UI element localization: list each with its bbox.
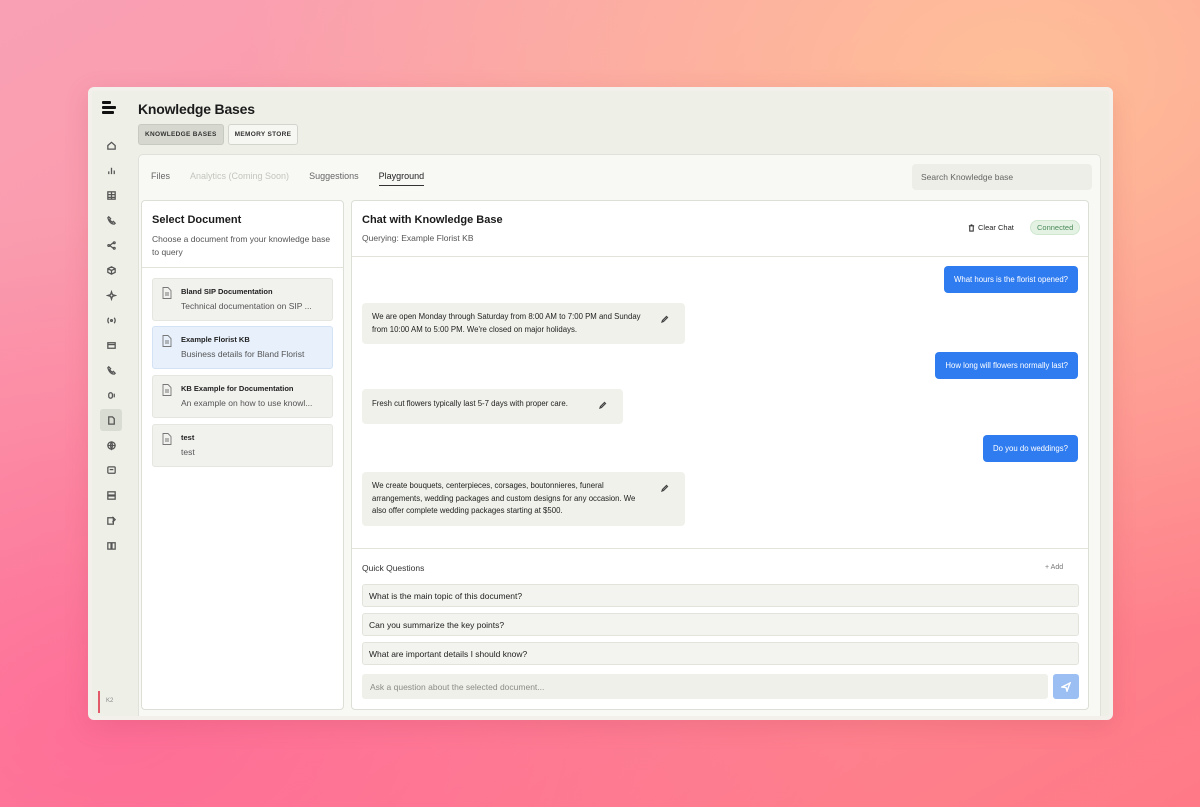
pencil-icon[interactable] <box>661 484 669 492</box>
home-icon[interactable] <box>100 134 122 156</box>
document-name: Example Florist KB <box>181 335 250 344</box>
globe-icon[interactable] <box>100 434 122 456</box>
document-icon[interactable] <box>100 409 122 431</box>
document-name: test <box>181 433 195 442</box>
chat-panel: Chat with Knowledge Base Querying: Examp… <box>351 200 1089 710</box>
edit-icon[interactable] <box>100 509 122 531</box>
server-icon[interactable] <box>100 484 122 506</box>
sidebar: K2 <box>92 91 130 716</box>
trash-icon <box>968 223 975 232</box>
bot-message: We are open Monday through Saturday from… <box>362 303 685 344</box>
tab-playground[interactable]: Playground <box>378 171 425 186</box>
page-title: Knowledge Bases <box>138 101 255 117</box>
document-panel: Select Document Choose a document from y… <box>141 200 344 710</box>
user-message: How long will flowers normally last? <box>935 352 1078 379</box>
spark-icon[interactable] <box>100 284 122 306</box>
sidebar-indicator <box>98 691 100 713</box>
app-window: K2 Knowledge Bases KNOWLEDGE BASES MEMOR… <box>88 87 1113 720</box>
file-icon <box>162 335 172 347</box>
tab-memory-store[interactable]: MEMORY STORE <box>227 124 299 145</box>
document-subtitle: test <box>181 447 195 457</box>
analytics-icon[interactable] <box>100 159 122 181</box>
chat-title: Chat with Knowledge Base <box>362 214 503 226</box>
share-icon[interactable] <box>100 234 122 256</box>
bot-message-text: We are open Monday through Saturday from… <box>372 312 641 334</box>
tab-knowledge-bases[interactable]: KNOWLEDGE BASES <box>138 124 224 145</box>
book-icon[interactable] <box>100 534 122 556</box>
file-icon <box>162 384 172 396</box>
cube-icon[interactable] <box>100 259 122 281</box>
table-icon[interactable] <box>100 184 122 206</box>
bot-message: We create bouquets, centerpieces, corsag… <box>362 472 685 526</box>
broadcast-icon[interactable] <box>100 309 122 331</box>
bot-message: Fresh cut flowers typically last 5-7 day… <box>362 389 623 424</box>
document-subtitle: Business details for Bland Florist <box>181 349 305 359</box>
chat-icon[interactable] <box>100 459 122 481</box>
user-message: What hours is the florist opened? <box>944 266 1078 293</box>
send-button[interactable] <box>1053 674 1079 699</box>
main-card: Files Analytics (Coming Soon) Suggestion… <box>138 154 1101 716</box>
document-item[interactable]: KB Example for Documentation An example … <box>152 375 333 418</box>
divider <box>142 267 343 268</box>
quick-question-item[interactable]: What is the main topic of this document? <box>362 584 1079 607</box>
user-message: Do you do weddings? <box>983 435 1078 462</box>
tab-files[interactable]: Files <box>151 171 170 186</box>
call-icon[interactable] <box>100 359 122 381</box>
phone-icon[interactable] <box>100 209 122 231</box>
voice-icon[interactable] <box>100 384 122 406</box>
logo-icon[interactable] <box>102 101 116 115</box>
question-input[interactable] <box>362 674 1048 699</box>
add-question-button[interactable]: + Add <box>1045 564 1063 571</box>
card-icon[interactable] <box>100 334 122 356</box>
document-item[interactable]: Bland SIP Documentation Technical docume… <box>152 278 333 321</box>
file-icon <box>162 287 172 299</box>
divider <box>352 548 1088 549</box>
pencil-icon[interactable] <box>599 401 607 409</box>
document-subtitle: An example on how to use knowl... <box>181 398 313 408</box>
tab-analytics: Analytics (Coming Soon) <box>190 171 290 181</box>
tab-suggestions[interactable]: Suggestions <box>309 171 359 186</box>
top-tabs: KNOWLEDGE BASES MEMORY STORE <box>138 124 299 145</box>
document-name: KB Example for Documentation <box>181 384 294 393</box>
status-badge: Connected <box>1030 220 1081 235</box>
search-input[interactable]: Search Knowledge base <box>912 164 1092 190</box>
send-icon <box>1061 681 1071 692</box>
document-panel-title: Select Document <box>152 214 242 226</box>
divider <box>352 256 1088 257</box>
document-name: Bland SIP Documentation <box>181 287 273 296</box>
quick-question-item[interactable]: What are important details I should know… <box>362 642 1079 665</box>
chat-subtitle: Querying: Example Florist KB <box>362 233 474 243</box>
file-icon <box>162 433 172 445</box>
bot-message-text: We create bouquets, centerpieces, corsag… <box>372 481 636 515</box>
bot-message-text: Fresh cut flowers typically last 5-7 day… <box>372 399 568 408</box>
document-item-selected[interactable]: Example Florist KB Business details for … <box>152 326 333 369</box>
pencil-icon[interactable] <box>661 315 669 323</box>
clear-chat-button[interactable]: Clear Chat <box>968 223 1014 232</box>
document-subtitle: Technical documentation on SIP ... <box>181 301 312 311</box>
document-panel-description: Choose a document from your knowledge ba… <box>152 234 331 257</box>
quick-questions-title: Quick Questions <box>362 563 425 573</box>
document-item[interactable]: test test <box>152 424 333 467</box>
sub-tabs: Files Analytics (Coming Soon) Suggestion… <box>151 171 425 186</box>
clear-chat-label: Clear Chat <box>978 223 1014 232</box>
quick-question-item[interactable]: Can you summarize the key points? <box>362 613 1079 636</box>
sidebar-footer-label: K2 <box>106 698 114 704</box>
